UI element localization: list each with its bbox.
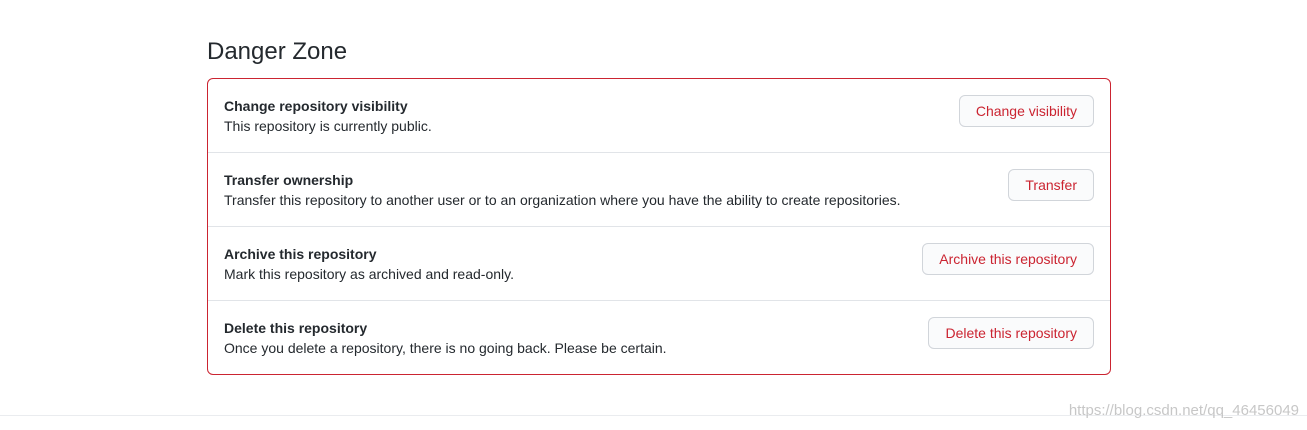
danger-row-delete: Delete this repository Once you delete a…: [208, 300, 1110, 374]
danger-row-text: Transfer ownership Transfer this reposit…: [224, 170, 901, 211]
delete-repository-button[interactable]: Delete this repository: [928, 317, 1094, 349]
danger-row-title: Archive this repository: [224, 246, 377, 262]
danger-row-description: Mark this repository as archived and rea…: [224, 266, 514, 282]
danger-zone-box: Change repository visibility This reposi…: [207, 78, 1111, 375]
danger-row-title: Change repository visibility: [224, 98, 408, 114]
danger-row-title: Transfer ownership: [224, 172, 354, 188]
settings-page: Danger Zone Change repository visibility…: [0, 0, 1307, 430]
danger-zone-heading: Danger Zone: [207, 38, 348, 65]
danger-row-text: Delete this repository Once you delete a…: [224, 318, 667, 359]
danger-row-change-visibility: Change repository visibility This reposi…: [208, 79, 1110, 152]
danger-row-description: Transfer this repository to another user…: [224, 192, 901, 208]
danger-row-archive: Archive this repository Mark this reposi…: [208, 226, 1110, 300]
danger-row-description: Once you delete a repository, there is n…: [224, 340, 667, 356]
watermark: https://blog.csdn.net/qq_46456049: [1068, 402, 1299, 419]
danger-row-transfer: Transfer ownership Transfer this reposit…: [208, 152, 1110, 226]
danger-row-description: This repository is currently public.: [224, 118, 432, 134]
danger-row-text: Change repository visibility This reposi…: [224, 96, 432, 137]
danger-row-text: Archive this repository Mark this reposi…: [224, 244, 514, 285]
transfer-button[interactable]: Transfer: [1008, 169, 1094, 201]
archive-repository-button[interactable]: Archive this repository: [922, 243, 1094, 275]
danger-row-title: Delete this repository: [224, 320, 368, 336]
change-visibility-button[interactable]: Change visibility: [958, 95, 1094, 127]
